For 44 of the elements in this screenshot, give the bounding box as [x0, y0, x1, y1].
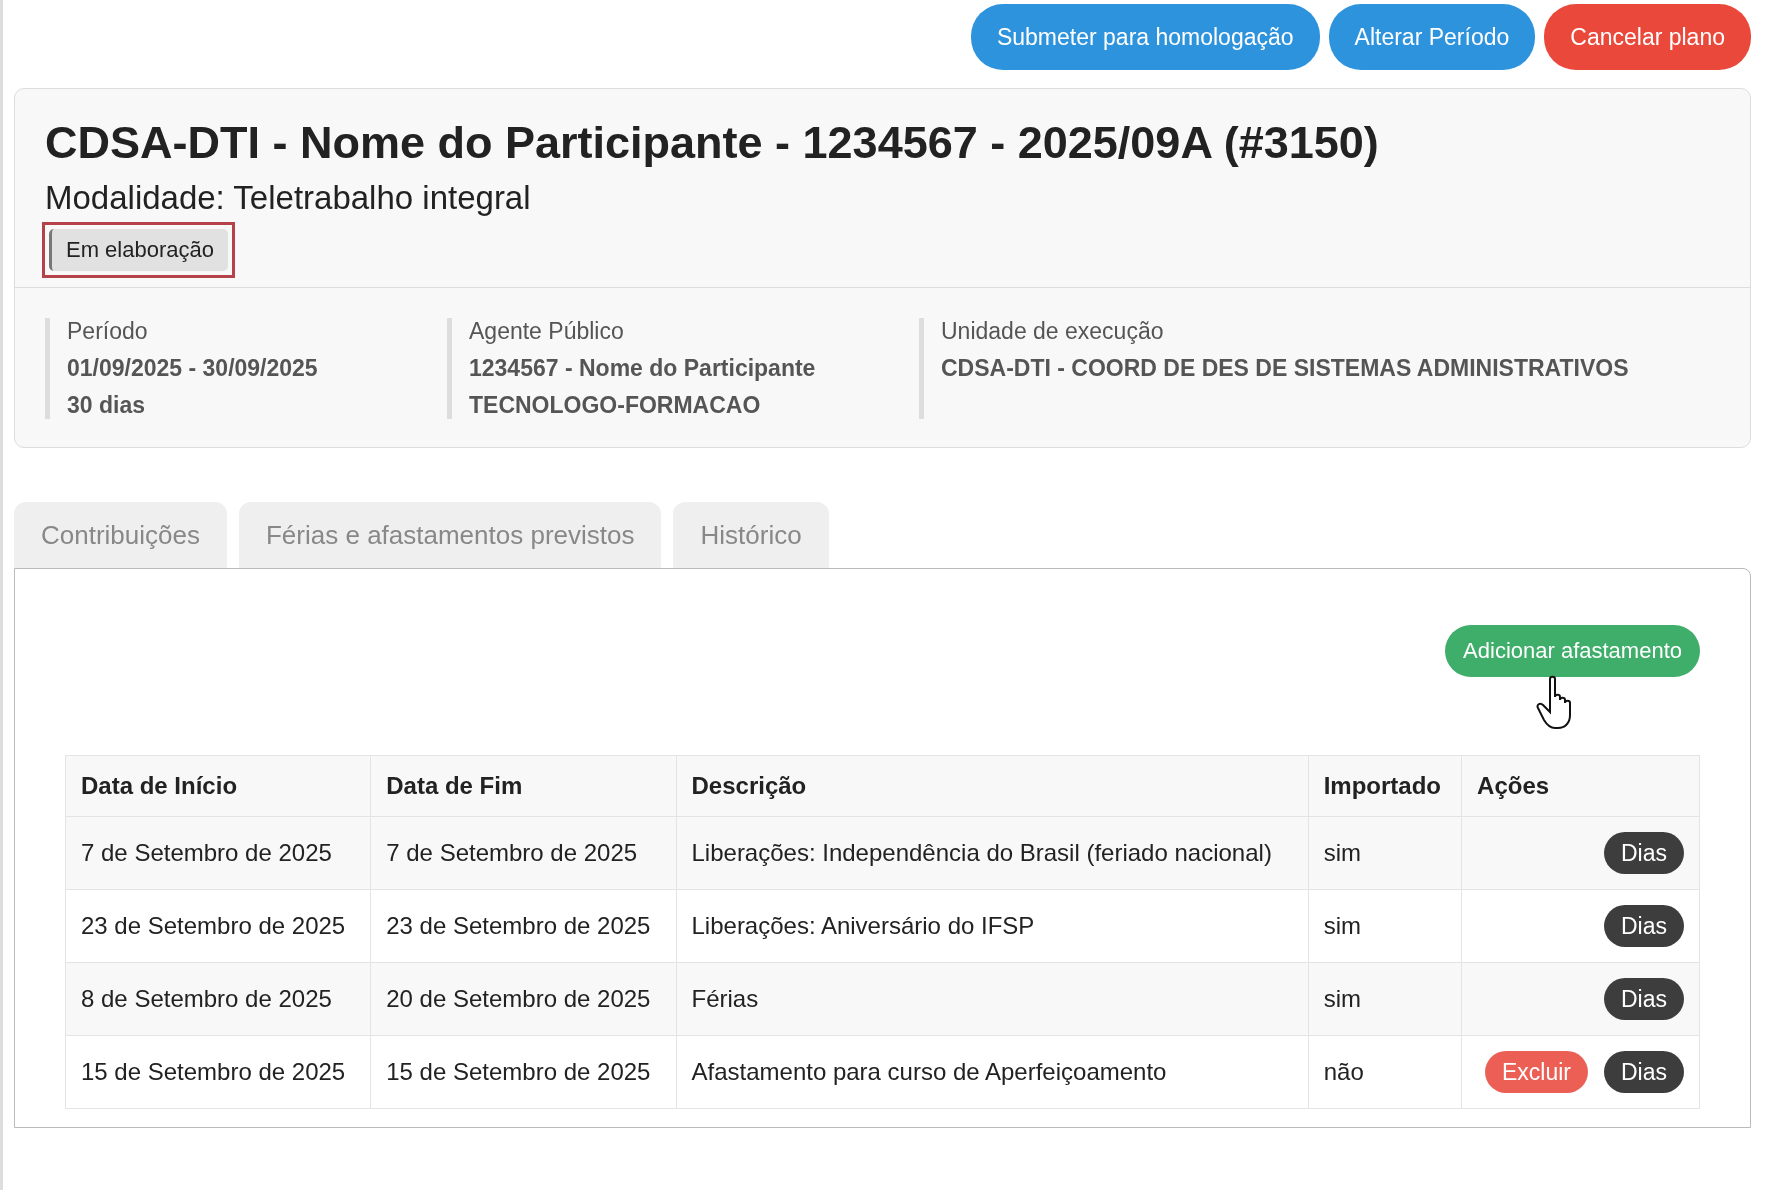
- table-cell: 15 de Setembro de 2025: [65, 1035, 371, 1109]
- table-cell: Liberações: Independência do Brasil (feriado nacional): [676, 816, 1309, 890]
- action-button[interactable]: Alterar Período: [1328, 4, 1536, 70]
- status-badge: Em elaboração: [49, 229, 228, 271]
- row-action-button[interactable]: Dias: [1604, 978, 1684, 1020]
- info-value: TECNOLOGO-FORMACAO: [469, 392, 762, 419]
- info-value: 01/09/2025 - 30/09/2025: [67, 355, 319, 382]
- column-header: Descrição: [676, 755, 1309, 817]
- column-header: Data de Início: [65, 755, 371, 817]
- info-label: Unidade de execução: [941, 318, 1165, 345]
- add-leave-button[interactable]: Adicionar afastamento: [1445, 625, 1700, 677]
- table-cell: 8 de Setembro de 2025: [65, 962, 371, 1036]
- row-action-button[interactable]: Dias: [1604, 1051, 1684, 1093]
- info-value: 1234567 - Nome do Participante: [469, 355, 817, 382]
- row-action-button[interactable]: Dias: [1604, 905, 1684, 947]
- modality-text: Modalidade: Teletrabalho integral: [45, 179, 532, 217]
- table-cell: 15 de Setembro de 2025: [370, 1035, 676, 1109]
- action-button[interactable]: Submeter para homologação: [970, 4, 1320, 70]
- info-value: CDSA-DTI - COORD DE DES DE SISTEMAS ADMINISTRATIVOS: [941, 355, 1629, 382]
- info-label: Período: [67, 318, 149, 345]
- info-label: Agente Público: [469, 318, 625, 345]
- column-header: Ações: [1461, 755, 1700, 817]
- table-cell: sim: [1308, 816, 1462, 890]
- table-cell: 7 de Setembro de 2025: [370, 816, 676, 890]
- tab[interactable]: Contribuições: [14, 502, 227, 568]
- info-value: 30 dias: [67, 392, 146, 419]
- column-header: Data de Fim: [370, 755, 676, 817]
- table-cell: 20 de Setembro de 2025: [370, 962, 676, 1036]
- tab[interactable]: Histórico: [673, 502, 829, 568]
- row-action-button[interactable]: Dias: [1604, 832, 1684, 874]
- table-cell: sim: [1308, 962, 1462, 1036]
- table-cell: não: [1308, 1035, 1462, 1109]
- table-cell: 23 de Setembro de 2025: [370, 889, 676, 963]
- plan-title: CDSA-DTI - Nome do Participante - 1234567 - 2025/09A (#3150): [45, 117, 1380, 169]
- tab[interactable]: Férias e afastamentos previstos: [239, 502, 662, 568]
- table-cell: sim: [1308, 889, 1462, 963]
- table-cell: Liberações: Aniversário do IFSP: [676, 889, 1309, 963]
- row-action-button[interactable]: Excluir: [1484, 1051, 1588, 1093]
- table-cell: 23 de Setembro de 2025: [65, 889, 371, 963]
- action-button[interactable]: Cancelar plano: [1544, 4, 1751, 70]
- table-cell: 7 de Setembro de 2025: [65, 816, 371, 890]
- column-header: Importado: [1308, 755, 1462, 817]
- table-cell: Férias: [676, 962, 1309, 1036]
- table-cell: Afastamento para curso de Aperfeiçoamento: [676, 1035, 1309, 1109]
